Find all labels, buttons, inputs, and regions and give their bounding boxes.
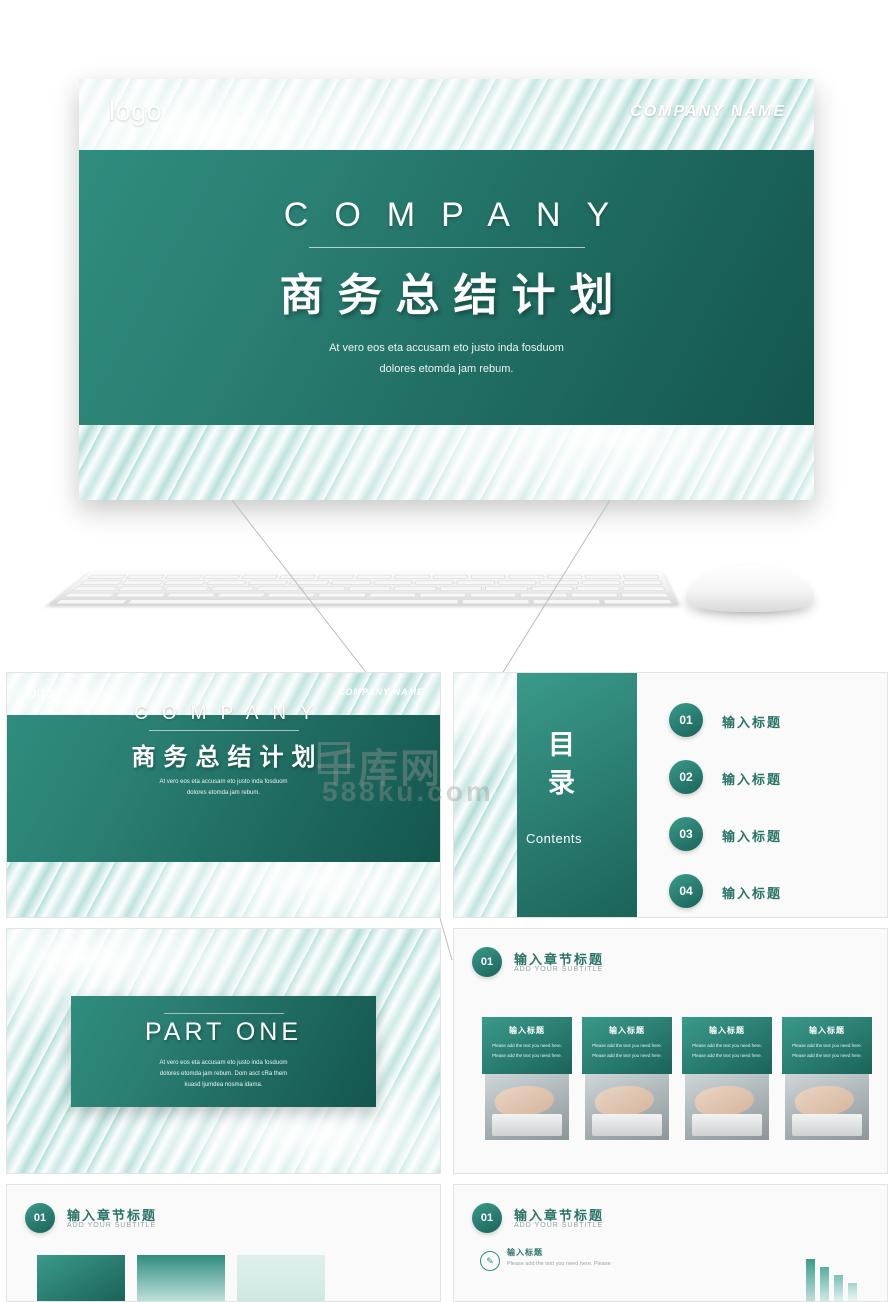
list-item-title: 输入标题	[507, 1248, 543, 1257]
bars-section-subtitle: ADD YOUR SUBTITLE	[67, 1222, 157, 1229]
columns-section-badge: 01	[472, 947, 502, 977]
part-subtitle-line2: dolores etomda jam rebum. Dom asct cRa t…	[159, 1071, 288, 1077]
column-item-4[interactable]: 输入标题 Please add the text you need here. …	[782, 1017, 872, 1143]
column-item-3[interactable]: 输入标题 Please add the text you need here. …	[682, 1017, 772, 1143]
contents-item-1-badge: 01	[669, 703, 703, 737]
column-item-3-photo	[685, 1074, 769, 1140]
hero-slide: logo COMPANY NAME COMPANY 商务总结计划 At vero…	[79, 79, 814, 500]
cover-logo: logo	[25, 684, 54, 701]
part-subtitle: At vero eos eta accusam eto justo inda f…	[71, 1058, 376, 1091]
desk-photo	[0, 500, 892, 660]
contents-item-3[interactable]: 03 输入标题	[669, 817, 869, 851]
list-section-badge: 01	[472, 1203, 502, 1233]
column-item-2-photo	[585, 1074, 669, 1140]
slide-card-cover[interactable]: logo COMPANY NAME COMPANY 商务总结计划 At vero…	[6, 672, 441, 918]
mouse	[686, 566, 814, 612]
slide-card-columns[interactable]: 01 输入章节标题 ADD YOUR SUBTITLE 输入标题 Please …	[453, 928, 888, 1174]
contents-teal-panel	[517, 673, 637, 917]
column-item-3-line1: Please add the text you need here.	[692, 1043, 762, 1048]
slide-card-bars[interactable]: 01 输入章节标题 ADD YOUR SUBTITLE	[6, 1184, 441, 1302]
hero-logo: logo	[109, 96, 163, 126]
cover-subtitle-line1: At vero eos eta accusam eto justo inda f…	[159, 779, 288, 785]
part-title: PART ONE	[144, 1018, 303, 1046]
column-item-4-line2: Please add the text you need here.	[792, 1053, 862, 1058]
contents-item-2-badge: 02	[669, 760, 703, 794]
contents-item-1-label: 输入标题	[722, 715, 783, 730]
list-section-subtitle: ADD YOUR SUBTITLE	[514, 1222, 604, 1229]
column-item-1-head: 输入标题 Please add the text you need here. …	[482, 1017, 572, 1074]
chart-bar-3	[834, 1275, 843, 1301]
hero-title-en: COMPANY	[283, 196, 636, 234]
bars-section-badge: 01	[25, 1203, 55, 1233]
list-item-text: Please add the text you need here. Pleas…	[507, 1261, 611, 1267]
hero-company-name: COMPANY NAME	[630, 103, 786, 120]
part-subtitle-line1: At vero eos eta accusam eto justo inda f…	[159, 1060, 288, 1066]
contents-item-2-label: 输入标题	[722, 772, 783, 787]
hero-subtitle: At vero eos eta accusam eto justo inda f…	[79, 338, 814, 380]
cover-title-cn: 商务总结计划	[131, 744, 324, 771]
column-item-1-line2: Please add the text you need here.	[492, 1053, 562, 1058]
contents-item-2[interactable]: 02 输入标题	[669, 760, 869, 794]
slide-card-contents[interactable]: 目 录 Contents 01 输入标题 02 输入标题 03 输入标题 04 …	[453, 672, 888, 918]
contents-title-cn-1: 目	[548, 730, 577, 760]
column-item-4-head: 输入标题 Please add the text you need here. …	[782, 1017, 872, 1074]
cover-divider	[148, 730, 299, 731]
column-item-2-line1: Please add the text you need here.	[592, 1043, 662, 1048]
contents-item-4[interactable]: 04 输入标题	[669, 874, 869, 908]
hero-divider	[308, 247, 585, 248]
contents-item-4-badge: 04	[669, 874, 703, 908]
contents-title-cn-2: 录	[548, 768, 577, 798]
part-teal-box: PART ONE At vero eos eta accusam eto jus…	[71, 996, 376, 1107]
pencil-icon: ✎	[480, 1251, 500, 1271]
column-item-1[interactable]: 输入标题 Please add the text you need here. …	[482, 1017, 572, 1143]
cover-company-name: COMPANY NAME	[337, 687, 424, 697]
chart-bar-4	[848, 1283, 857, 1301]
cover-subtitle: At vero eos eta accusam eto justo inda f…	[7, 777, 440, 799]
chart-bar-1	[806, 1259, 815, 1301]
contents-item-3-badge: 03	[669, 817, 703, 851]
column-item-1-line1: Please add the text you need here.	[492, 1043, 562, 1048]
contents-item-1[interactable]: 01 输入标题	[669, 703, 869, 737]
column-item-1-title: 输入标题	[509, 1026, 545, 1035]
bar-block-3	[237, 1255, 325, 1301]
column-item-4-title: 输入标题	[809, 1026, 845, 1035]
contents-item-3-label: 输入标题	[722, 829, 783, 844]
bar-block-2	[137, 1255, 225, 1301]
slide-card-part-one[interactable]: PART ONE At vero eos eta accusam eto jus…	[6, 928, 441, 1174]
column-item-3-line2: Please add the text you need here.	[692, 1053, 762, 1058]
contents-title-en: Contents	[526, 831, 583, 846]
poster-page: logo COMPANY NAME COMPANY 商务总结计划 At vero…	[0, 0, 892, 1302]
contents-item-4-label: 输入标题	[722, 886, 783, 901]
bar-block-1	[37, 1255, 125, 1301]
column-item-4-photo	[785, 1074, 869, 1140]
column-item-3-head: 输入标题 Please add the text you need here. …	[682, 1017, 772, 1074]
column-item-1-photo	[485, 1074, 569, 1140]
column-item-2-line2: Please add the text you need here.	[592, 1053, 662, 1058]
part-divider	[163, 1013, 284, 1014]
keyboard	[46, 571, 680, 606]
column-item-4-line1: Please add the text you need here.	[792, 1043, 862, 1048]
chart-bar-2	[820, 1267, 829, 1301]
column-item-2-title: 输入标题	[609, 1026, 645, 1035]
column-item-2-head: 输入标题 Please add the text you need here. …	[582, 1017, 672, 1074]
cover-subtitle-line2: dolores etomda jam rebum.	[186, 790, 261, 796]
cover-title-en: COMPANY	[134, 703, 327, 724]
hero-subtitle-line1: At vero eos eta accusam eto justo inda f…	[329, 342, 564, 354]
column-item-2[interactable]: 输入标题 Please add the text you need here. …	[582, 1017, 672, 1143]
slide-card-list[interactable]: 01 输入章节标题 ADD YOUR SUBTITLE ✎ 输入标题 Pleas…	[453, 1184, 888, 1302]
column-item-3-title: 输入标题	[709, 1026, 745, 1035]
hero-subtitle-line2: dolores etomda jam rebum.	[379, 363, 514, 375]
part-subtitle-line3: kuasd ljumdea nosma idama.	[184, 1082, 263, 1088]
hero-title-cn: 商务总结计划	[279, 271, 628, 320]
columns-section-subtitle: ADD YOUR SUBTITLE	[514, 966, 604, 973]
